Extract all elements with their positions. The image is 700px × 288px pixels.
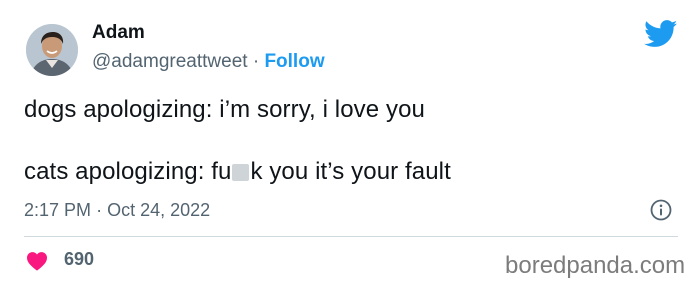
like-count[interactable]: 690 bbox=[64, 249, 94, 270]
info-icon[interactable] bbox=[650, 199, 672, 221]
avatar[interactable] bbox=[26, 24, 78, 76]
censor-blur bbox=[232, 164, 250, 181]
twitter-bird-icon[interactable] bbox=[644, 20, 678, 48]
meta-separator: · bbox=[96, 200, 103, 220]
handle-separator: · bbox=[252, 51, 260, 72]
divider bbox=[24, 236, 678, 237]
heart-icon[interactable] bbox=[26, 251, 48, 271]
watermark: boredpanda.com bbox=[505, 252, 686, 279]
tweet-text-line-2: cats apologizing: fu k you it’s your faul… bbox=[24, 158, 451, 186]
tweet-date: Oct 24, 2022 bbox=[107, 200, 211, 220]
tweet-time: 2:17 PM bbox=[24, 200, 92, 220]
tweet-text-part-2: k you it’s your fault bbox=[250, 158, 451, 185]
tweet-text-line-1: dogs apologizing: i’m sorry, i love you bbox=[24, 96, 425, 123]
tweet-card: Adam @adamgreattweet · Follow dogs apolo… bbox=[0, 0, 700, 288]
author-handle-row: @adamgreattweet · Follow bbox=[92, 51, 325, 73]
follow-button[interactable]: Follow bbox=[264, 51, 324, 72]
tweet-text-part-1: cats apologizing: fu bbox=[24, 158, 232, 185]
avatar-image bbox=[26, 24, 78, 76]
author-name[interactable]: Adam bbox=[92, 22, 145, 44]
author-handle[interactable]: @adamgreattweet bbox=[92, 51, 248, 72]
tweet-timestamp[interactable]: 2:17 PM · Oct 24, 2022 bbox=[24, 200, 210, 221]
